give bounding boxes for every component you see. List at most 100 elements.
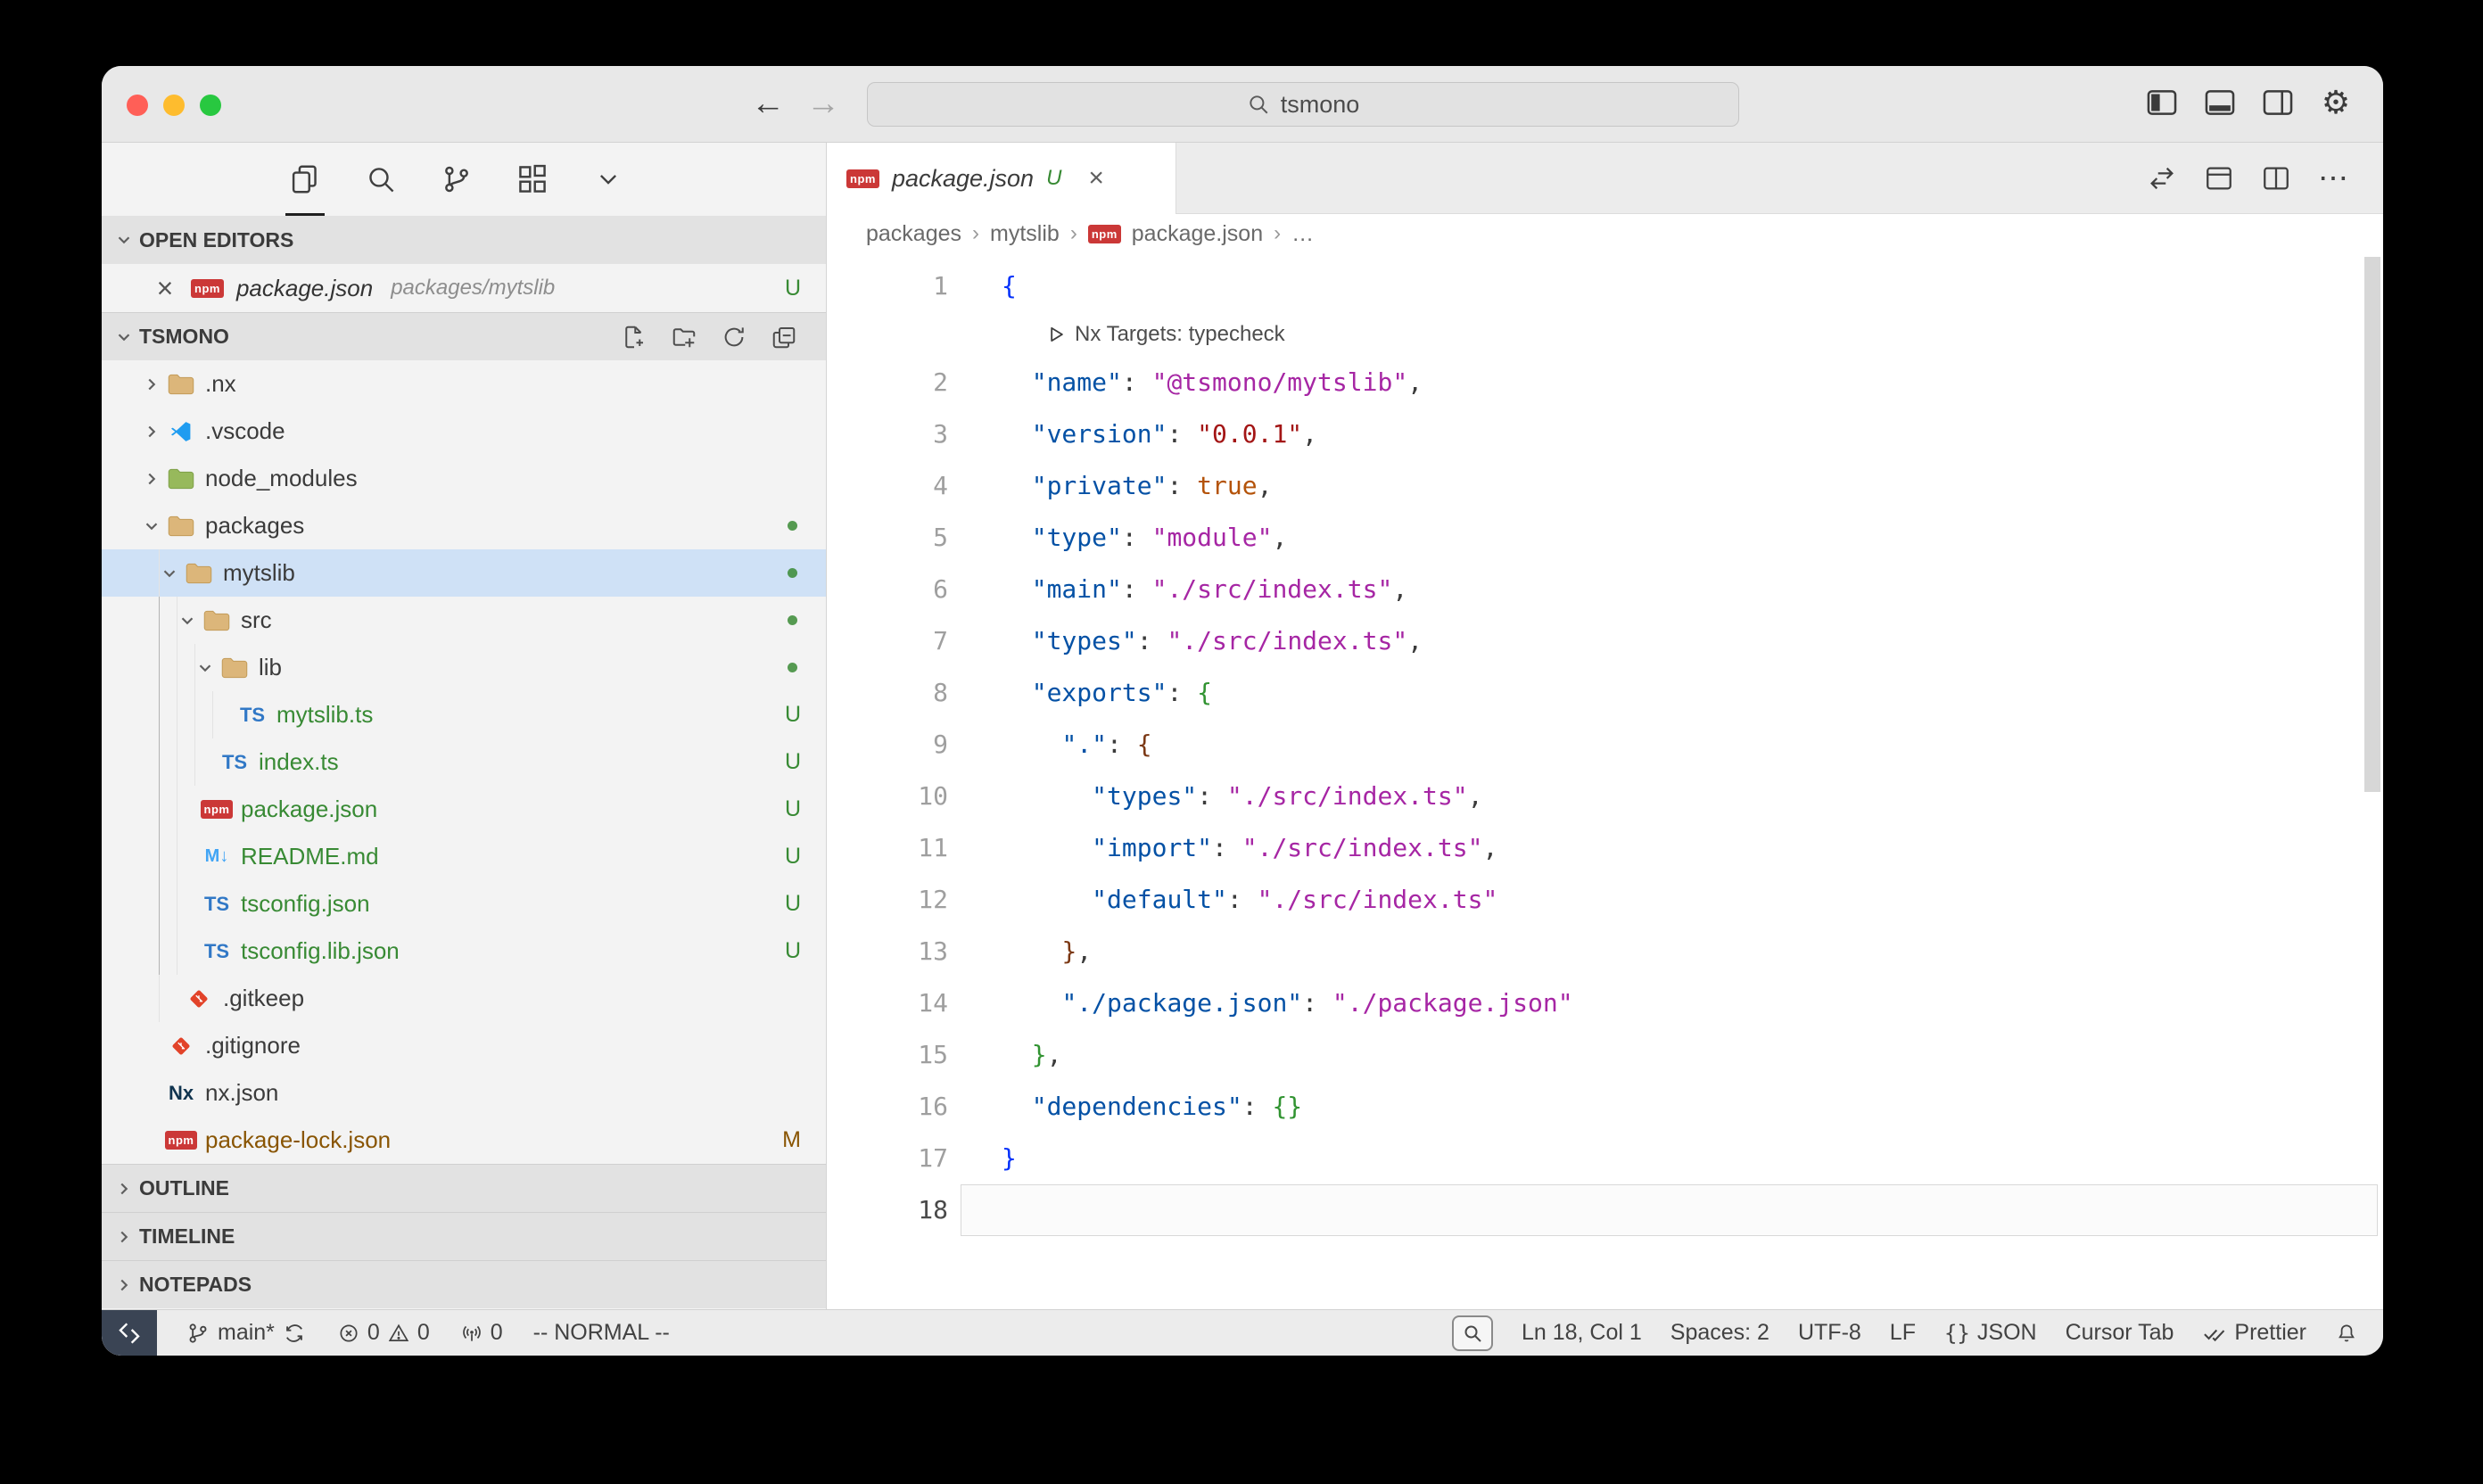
tree-item-package-json[interactable]: npmpackage.jsonU [102,786,826,833]
codelens-nx-targets[interactable]: Nx Targets: typecheck [1046,312,2383,357]
close-editor-icon[interactable]: × [152,272,178,305]
tree-item-node-modules[interactable]: node_modules [102,455,826,502]
code-line-6[interactable]: 6 "main": "./src/index.ts", [827,564,2383,615]
code-line-4[interactable]: 4 "private": true, [827,460,2383,512]
tree-item-label: .gitkeep [223,985,304,1012]
tree-item-tsconfig-json[interactable]: TStsconfig.jsonU [102,880,826,928]
remote-indicator[interactable] [102,1310,157,1356]
code-line-18[interactable]: 18 [827,1184,2383,1236]
source-control-icon[interactable] [439,161,474,197]
indentation-status[interactable]: Spaces: 2 [1670,1320,1769,1346]
breadcrumb-file[interactable]: package.json [1132,221,1263,247]
ports-status[interactable]: 0 [460,1320,503,1346]
tree-item-label: .vscode [205,417,285,445]
indent-guide [159,738,160,786]
tree-item-index-ts[interactable]: TSindex.tsU [102,738,826,786]
collapse-all-icon[interactable] [771,324,797,350]
open-changes-icon[interactable] [2146,162,2178,194]
breadcrumb-symbol[interactable]: … [1291,221,1314,247]
new-file-icon[interactable] [621,324,648,350]
code-editor[interactable]: 1{Nx Targets: typecheck2 "name": "@tsmon… [827,253,2383,1309]
settings-gear-icon[interactable]: ⚙ [2319,86,2353,120]
branch-status[interactable]: main* [186,1320,307,1346]
code-line-5[interactable]: 5 "type": "module", [827,512,2383,564]
folder-icon [168,374,194,395]
back-icon[interactable]: ← [746,82,790,125]
open-editors-header[interactable]: OPEN EDITORS [102,216,826,264]
code-line-1[interactable]: 1{ [827,260,2383,312]
warnings-icon [387,1322,410,1345]
new-folder-icon[interactable] [671,324,697,350]
tab-package-json[interactable]: npm package.json U × [827,143,1176,214]
outline-label: OUTLINE [139,1176,229,1200]
language-mode-status[interactable]: {} JSON [1944,1320,2037,1346]
tree-item-tsconfig-lib-json[interactable]: TStsconfig.lib.jsonU [102,928,826,975]
tree-item-lib[interactable]: lib [102,644,826,691]
tab-close-icon[interactable]: × [1088,163,1104,194]
more-actions-icon[interactable]: ⋯ [2317,162,2349,194]
tree-item-gitignore[interactable]: .gitignore [102,1022,826,1069]
code-line-10[interactable]: 10 "types": "./src/index.ts", [827,771,2383,822]
problems-status[interactable]: 0 0 [337,1320,430,1346]
minimize-window-button[interactable] [163,95,185,116]
open-preview-icon[interactable] [2203,162,2235,194]
line-content: "main": "./src/index.ts", [1002,564,1407,615]
tree-item-mytslib[interactable]: mytslib [102,549,826,597]
code-line-12[interactable]: 12 "default": "./src/index.ts" [827,874,2383,926]
tree-item-packages[interactable]: packages [102,502,826,549]
tree-item-src[interactable]: src [102,597,826,644]
code-line-2[interactable]: 2 "name": "@tsmono/mytslib", [827,357,2383,408]
code-line-17[interactable]: 17} [827,1133,2383,1184]
notepads-header[interactable]: NOTEPADS [102,1260,826,1308]
timeline-header[interactable]: TIMELINE [102,1212,826,1260]
zoom-window-button[interactable] [200,95,221,116]
tree-item-nx[interactable]: .nx [102,360,826,408]
tree-item-package-lock-json[interactable]: npmpackage-lock.jsonM [102,1117,826,1164]
open-editor-item[interactable]: × npm package.json packages/mytslib U [102,264,826,312]
active-view-underline [285,213,325,216]
tree-item-gitkeep[interactable]: .gitkeep [102,975,826,1022]
breadcrumb-packages[interactable]: packages [866,221,961,247]
code-line-3[interactable]: 3 "version": "0.0.1", [827,408,2383,460]
tree-item-label: tsconfig.json [241,890,370,918]
explorer-project-header[interactable]: TSMONO [102,312,826,360]
line-number: 16 [827,1081,948,1133]
open-editor-path: packages/mytslib [391,276,555,301]
more-views-chevron-icon[interactable] [590,161,626,197]
tree-item-readme-md[interactable]: M↓README.mdU [102,833,826,880]
code-line-14[interactable]: 14 "./package.json": "./package.json" [827,977,2383,1029]
close-window-button[interactable] [127,95,148,116]
formatter-status[interactable]: Prettier [2202,1320,2306,1346]
eol-status[interactable]: LF [1890,1320,1916,1346]
command-center-search[interactable]: tsmono [867,82,1739,127]
notifications-bell-icon[interactable] [2335,1322,2358,1345]
code-line-16[interactable]: 16 "dependencies": {} [827,1081,2383,1133]
modified-dot-icon [788,521,797,531]
tree-item-vscode[interactable]: .vscode [102,408,826,455]
refresh-icon[interactable] [721,324,747,350]
code-line-9[interactable]: 9 ".": { [827,719,2383,771]
toggle-sidebar-right-icon[interactable] [2261,86,2295,120]
code-line-7[interactable]: 7 "types": "./src/index.ts", [827,615,2383,667]
outline-header[interactable]: OUTLINE [102,1164,826,1212]
cursor-tab-status[interactable]: Cursor Tab [2066,1320,2174,1346]
cursor-position-status[interactable]: Ln 18, Col 1 [1522,1320,1642,1346]
search-view-icon[interactable] [363,161,399,197]
tree-item-nx-json[interactable]: Nxnx.json [102,1069,826,1117]
breadcrumb-mytslib[interactable]: mytslib [990,221,1060,247]
code-line-11[interactable]: 11 "import": "./src/index.ts", [827,822,2383,874]
code-line-8[interactable]: 8 "exports": { [827,667,2383,719]
encoding-status[interactable]: UTF-8 [1798,1320,1861,1346]
tree-item-label: .gitignore [205,1032,301,1059]
code-line-15[interactable]: 15 }, [827,1029,2383,1081]
zoom-indicator[interactable] [1452,1315,1493,1351]
editor-scrollbar[interactable] [2364,257,2380,792]
extensions-icon[interactable] [515,161,550,197]
tree-item-mytslib-ts[interactable]: TSmytslib.tsU [102,691,826,738]
code-line-13[interactable]: 13 }, [827,926,2383,977]
explorer-icon[interactable] [287,161,323,197]
toggle-panel-icon[interactable] [2203,86,2237,120]
forward-icon[interactable]: → [801,82,846,125]
toggle-sidebar-left-icon[interactable] [2145,86,2179,120]
split-editor-icon[interactable] [2260,162,2292,194]
